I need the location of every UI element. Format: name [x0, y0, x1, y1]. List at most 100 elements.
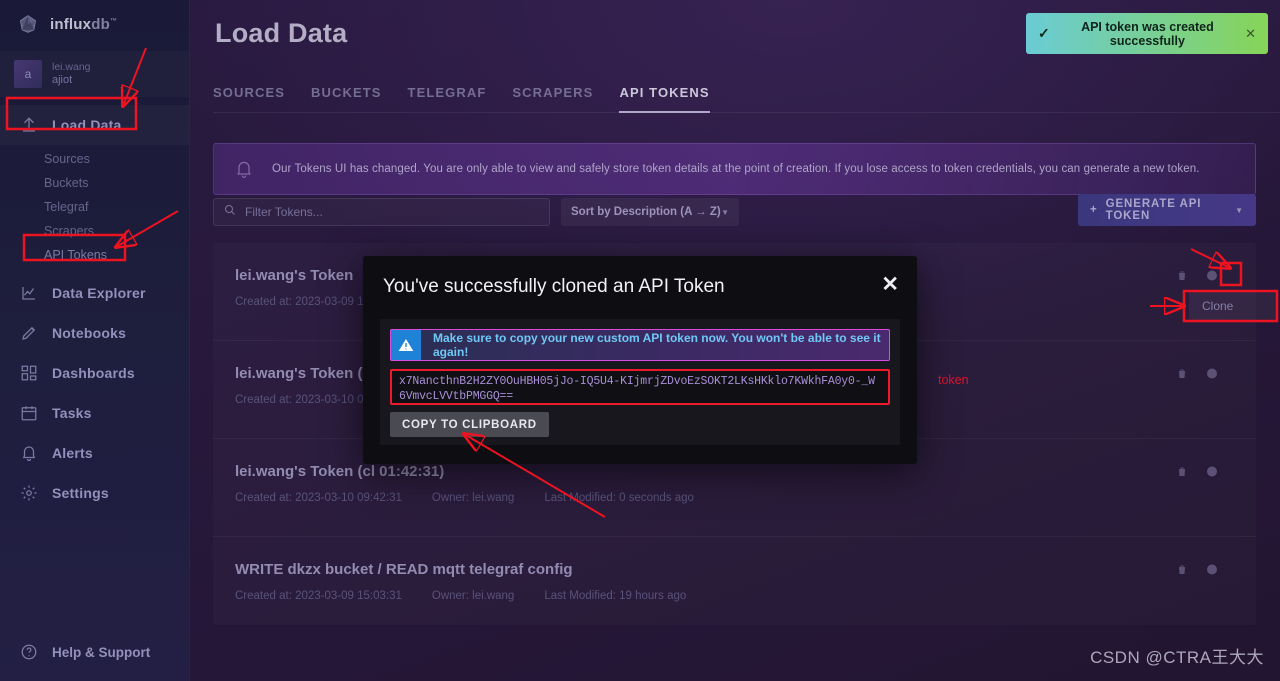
token-modified: Last Modified: 0 seconds ago: [544, 491, 694, 504]
trash-icon[interactable]: [1176, 367, 1188, 380]
generate-api-token-label: GENERATE API TOKEN: [1105, 198, 1202, 222]
sidebar-subitem-label: Scrapers: [44, 224, 95, 238]
gear-icon[interactable]: [1206, 563, 1218, 576]
toast-notification: ✓ API token was created successfully ✕: [1026, 13, 1268, 54]
table-row[interactable]: WRITE dkzx bucket / READ mqtt telegraf c…: [213, 537, 1256, 635]
user-org: ajiot: [52, 73, 73, 86]
bell-icon: [20, 444, 38, 462]
modal-body: Make sure to copy your new custom API to…: [380, 319, 900, 445]
modal-title: You've successfully cloned an API Token: [383, 276, 725, 297]
plus-icon: +: [1090, 204, 1098, 216]
help-support-label: Help & Support: [52, 644, 151, 660]
sidebar-item-label: Alerts: [52, 445, 93, 461]
watermark: CSDN @CTRA王大大: [1090, 648, 1264, 667]
tab-api-tokens[interactable]: API TOKENS: [619, 85, 710, 113]
sidebar-item-tasks[interactable]: Tasks: [0, 393, 189, 433]
dashboard-grid-icon: [20, 364, 38, 382]
gear-icon: [20, 484, 38, 502]
sidebar-item-settings[interactable]: Settings: [0, 473, 189, 513]
brand-name-light: db: [91, 15, 110, 33]
sidebar-item-data-explorer[interactable]: Data Explorer: [0, 273, 189, 313]
avatar: a: [14, 60, 42, 88]
sidebar-item-sources[interactable]: Sources: [0, 147, 189, 171]
sidebar-item-notebooks[interactable]: Notebooks: [0, 313, 189, 353]
sidebar-item-alerts[interactable]: Alerts: [0, 433, 189, 473]
chevron-down-icon: ▼: [1235, 205, 1244, 215]
sidebar-item-dashboards[interactable]: Dashboards: [0, 353, 189, 393]
user-name: lei.wang: [52, 60, 91, 73]
app-root: influxdb™ a lei.wang ajiot Load Data Sou…: [0, 0, 1280, 681]
sidebar-subitem-label: API Tokens: [44, 248, 108, 262]
brand[interactable]: influxdb™: [0, 0, 189, 48]
sidebar-item-help-support[interactable]: Help & Support: [0, 643, 189, 661]
generate-api-token-button[interactable]: + GENERATE API TOKEN ▼: [1078, 194, 1256, 226]
toolbar: Filter Tokens... Sort by Description (A …: [213, 194, 1256, 226]
row-actions: [1176, 465, 1218, 478]
user-account[interactable]: a lei.wang ajiot: [0, 51, 189, 97]
token-modified: Last Modified: 19 hours ago: [544, 589, 687, 602]
sort-dropdown[interactable]: Sort by Description (A → Z) ▼: [561, 198, 739, 226]
sidebar-item-telegraf[interactable]: Telegraf: [0, 195, 189, 219]
warning-triangle-icon: [391, 330, 421, 360]
token-value-box[interactable]: x7NancthnB2H2ZY0OuHBH05jJo-IQ5U4-KIjmrjZ…: [390, 369, 890, 405]
sort-dropdown-label: Sort by Description (A → Z): [571, 206, 721, 218]
sidebar-item-scrapers[interactable]: Scrapers: [0, 219, 189, 243]
check-icon: ✓: [1038, 25, 1050, 41]
token-owner: Owner: lei.wang: [431, 491, 515, 504]
close-icon[interactable]: ✕: [881, 274, 899, 295]
tab-sources[interactable]: SOURCES: [213, 85, 285, 113]
annotation-token-label: token: [938, 373, 969, 387]
search-icon: [224, 203, 236, 221]
token-name: WRITE dkzx bucket / READ mqtt telegraf c…: [235, 561, 573, 578]
sidebar-item-label: Tasks: [52, 405, 92, 421]
clone-menu-label: Clone: [1202, 299, 1234, 313]
tab-scrapers[interactable]: SCRAPERS: [512, 85, 593, 113]
bell-icon: [234, 158, 254, 180]
row-actions: [1176, 367, 1218, 380]
calendar-icon: [20, 404, 38, 422]
token-meta: Created at: 2023-03-10 09:42:31 Owner: l…: [235, 492, 1234, 504]
info-banner: Our Tokens UI has changed. You are only …: [213, 143, 1256, 195]
token-owner: Owner: lei.wang: [431, 589, 515, 602]
sidebar-item-load-data[interactable]: Load Data: [0, 105, 189, 145]
gear-icon[interactable]: [1206, 367, 1218, 380]
tab-telegraf[interactable]: TELEGRAF: [408, 85, 487, 113]
brand-trademark: ™: [109, 17, 118, 25]
row-actions: [1176, 269, 1218, 282]
close-icon[interactable]: ✕: [1245, 26, 1256, 42]
clone-token-modal: You've successfully cloned an API Token …: [363, 256, 917, 464]
influxdb-logo-icon: [18, 14, 38, 34]
sidebar-item-label: Data Explorer: [52, 285, 146, 301]
clone-menu-item[interactable]: Clone: [1189, 291, 1277, 321]
pencil-icon: [20, 324, 38, 342]
trash-icon[interactable]: [1176, 465, 1188, 478]
page-title: Load Data: [215, 18, 348, 48]
chevron-down-icon: ▼: [721, 207, 729, 217]
trash-icon[interactable]: [1176, 269, 1188, 282]
question-circle-icon: [20, 643, 38, 661]
tab-buckets[interactable]: BUCKETS: [311, 85, 382, 113]
sidebar-item-buckets[interactable]: Buckets: [0, 171, 189, 195]
gear-icon[interactable]: [1206, 269, 1218, 282]
warning-alert-text: Make sure to copy your new custom API to…: [433, 331, 881, 359]
sidebar-item-label: Dashboards: [52, 365, 135, 381]
warning-alert: Make sure to copy your new custom API to…: [390, 329, 890, 361]
row-actions: [1176, 563, 1218, 576]
token-value: x7NancthnB2H2ZY0OuHBH05jJo-IQ5U4-KIjmrjZ…: [399, 375, 875, 403]
token-created: Created at: 2023-03-09 14:5: [235, 295, 380, 308]
search-input-placeholder: Filter Tokens...: [245, 205, 323, 219]
gear-icon[interactable]: [1206, 465, 1218, 478]
upload-icon: [20, 116, 38, 134]
sidebar-subitem-label: Sources: [44, 152, 90, 166]
trash-icon[interactable]: [1176, 563, 1188, 576]
copy-to-clipboard-button[interactable]: COPY TO CLIPBOARD: [390, 412, 549, 437]
info-banner-text: Our Tokens UI has changed. You are only …: [272, 163, 1200, 175]
sidebar-item-label: Load Data: [52, 117, 122, 133]
sidebar-subitem-label: Buckets: [44, 176, 89, 190]
sidebar-item-api-tokens[interactable]: API Tokens: [0, 243, 189, 267]
tab-bar: SOURCES BUCKETS TELEGRAF SCRAPERS API TO…: [213, 85, 1280, 113]
brand-text: influxdb™: [50, 16, 117, 33]
token-created: Created at: 2023-03-10 09:42:31: [235, 491, 402, 504]
search-input[interactable]: Filter Tokens...: [213, 198, 550, 226]
token-meta: Created at: 2023-03-09 15:03:31 Owner: l…: [235, 590, 1234, 602]
